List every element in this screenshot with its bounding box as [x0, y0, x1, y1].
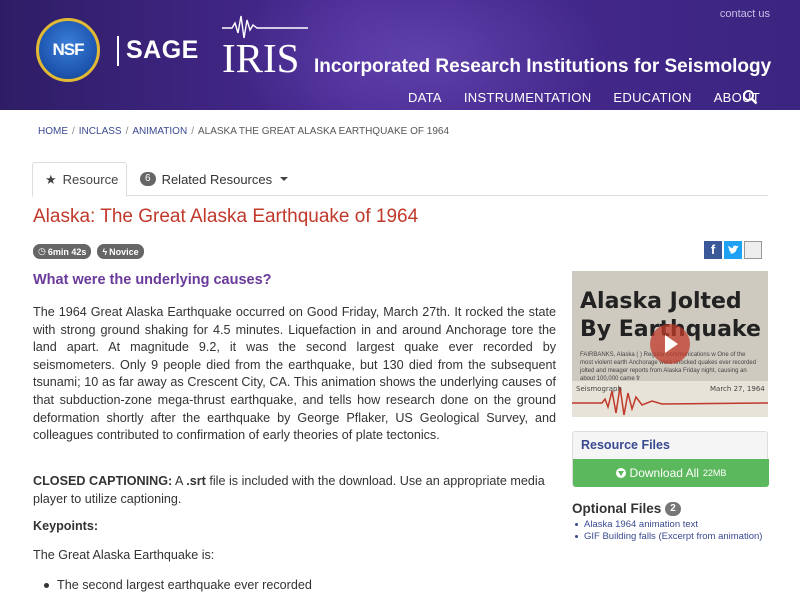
download-label: Download All [629, 466, 699, 480]
tab-resource-label: Resource [62, 172, 119, 187]
nav-education[interactable]: EDUCATION [613, 90, 691, 105]
iris-logo[interactable]: IRIS [222, 14, 308, 78]
nsf-logo-text: NSF [52, 40, 85, 59]
main-nav: DATA INSTRUMENTATION EDUCATION ABOUT [408, 90, 760, 105]
share-buttons: f [704, 241, 762, 259]
twitter-icon[interactable] [724, 241, 742, 259]
bullet [44, 582, 49, 588]
section-heading: What were the underlying causes? [33, 272, 272, 288]
search-icon[interactable] [742, 89, 758, 105]
sage-logo[interactable]: SAGE [126, 36, 199, 65]
tab-resource[interactable]: ★ Resource [32, 162, 127, 197]
download-all-button[interactable]: Download All 22MB [573, 459, 769, 487]
optional-files-count: 2 [665, 501, 681, 516]
keypoints-intro: The Great Alaska Earthquake is: [33, 548, 215, 562]
optional-file-link[interactable]: Alaska 1964 animation text [584, 519, 698, 531]
crumb-separator: / [191, 126, 194, 137]
breadcrumb: HOME / INCLASS / ANIMATION / ALASKA THE … [38, 126, 449, 137]
optional-files-title: Optional Files [572, 501, 662, 516]
list-item: The second largest earthquake ever recor… [44, 578, 312, 592]
crumb-home[interactable]: HOME [38, 126, 68, 137]
level-text: Novice [109, 246, 139, 257]
crumb-inclass[interactable]: INCLASS [79, 126, 122, 137]
caret-down-icon [280, 177, 289, 181]
iris-logo-text: IRIS [222, 35, 299, 78]
resource-files-panel: Resource Files Download All 22MB [572, 431, 769, 487]
list-item-text: The second largest earthquake ever recor… [57, 578, 312, 592]
optional-file-link[interactable]: GIF Building falls (Excerpt from animati… [584, 531, 762, 543]
keypoints-heading: Keypoints: [33, 519, 99, 533]
list-item[interactable]: GIF Building falls (Excerpt from animati… [575, 531, 765, 543]
logo-separator [117, 36, 119, 66]
bullet [575, 535, 578, 538]
page-title: Alaska: The Great Alaska Earthquake of 1… [33, 206, 419, 227]
star-icon: ★ [45, 171, 57, 187]
list-item[interactable]: Alaska 1964 animation text [575, 519, 765, 531]
level-badge: ϟ Novice [97, 244, 144, 259]
bullet [575, 523, 578, 526]
optional-files-list: Alaska 1964 animation text GIF Building … [575, 519, 765, 543]
cc-srt: .srt [186, 474, 206, 488]
crumb-separator: / [125, 126, 129, 137]
optional-files-heading: Optional Files 2 [572, 501, 681, 516]
related-count-badge: 6 [140, 172, 156, 186]
site-header: NSF SAGE IRIS Incorporated Research Inst… [0, 0, 800, 110]
resource-meta: ◷ 6min 42s ϟ Novice [33, 244, 144, 259]
tab-related-resources[interactable]: 6 Related Resources [140, 162, 289, 196]
cc-a: A [175, 474, 183, 488]
video-caption-right: March 27, 1964 [710, 385, 765, 393]
download-size: 22MB [702, 468, 727, 478]
seismograph-trace: Seismograph March 27, 1964 [572, 381, 768, 417]
description-paragraph: The 1964 Great Alaska Earthquake occurre… [33, 305, 556, 443]
duration-badge: ◷ 6min 42s [33, 244, 92, 259]
facebook-icon[interactable]: f [704, 241, 722, 259]
video-caption-left: Seismograph [576, 385, 622, 393]
duration-text: 6min 42s [47, 246, 87, 257]
resource-tabs: ★ Resource 6 Related Resources [32, 162, 768, 197]
video-player[interactable]: Alaska Jolted By Earthquake FAIRBANKS, A… [572, 271, 768, 417]
video-headline-1: Alaska Jolted [580, 289, 742, 314]
nsf-logo[interactable]: NSF [36, 18, 100, 82]
play-icon[interactable] [650, 324, 690, 364]
crumb-animation[interactable]: ANIMATION [132, 126, 187, 137]
clock-icon: ◷ [38, 246, 46, 256]
bolt-icon: ϟ [102, 246, 108, 257]
contact-link[interactable]: contact us [720, 8, 770, 20]
tab-related-label: Related Resources [161, 171, 273, 187]
cc-label: CLOSED CAPTIONING: [33, 474, 173, 488]
nav-instrumentation[interactable]: INSTRUMENTATION [464, 90, 592, 105]
crumb-separator: / [72, 126, 75, 137]
resource-files-title: Resource Files [581, 438, 670, 452]
nav-data[interactable]: DATA [408, 90, 442, 105]
org-name: Incorporated Research Institutions for S… [314, 56, 772, 77]
download-icon [615, 468, 626, 478]
email-share-icon[interactable] [744, 241, 762, 259]
crumb-current: ALASKA THE GREAT ALASKA EARTHQUAKE OF 19… [197, 126, 450, 137]
closed-captioning-note: CLOSED CAPTIONING: A .srt file is includ… [33, 472, 556, 508]
